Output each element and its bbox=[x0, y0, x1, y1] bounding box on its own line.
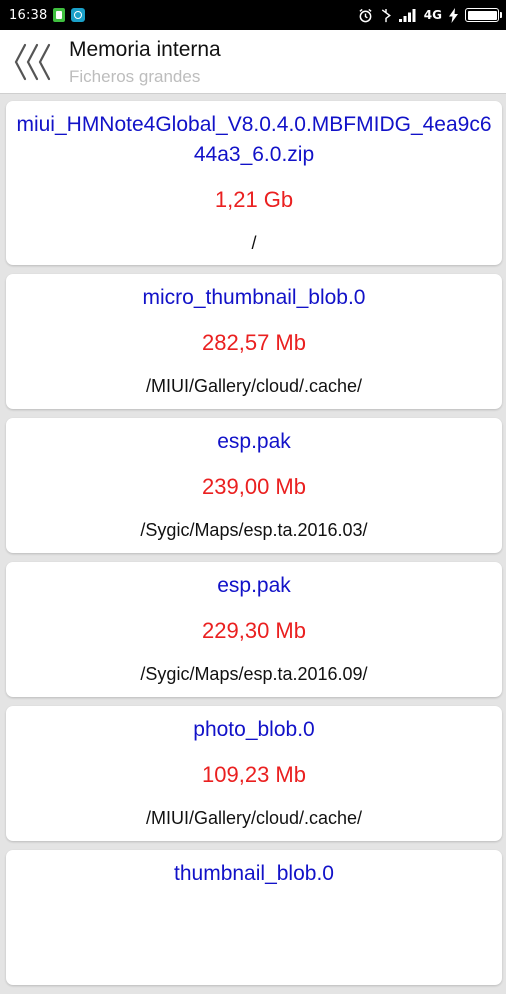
alarm-clock-icon bbox=[359, 8, 372, 22]
file-card[interactable]: thumbnail_blob.0 bbox=[6, 850, 502, 985]
file-card[interactable]: esp.pak 229,30 Mb /Sygic/Maps/esp.ta.201… bbox=[6, 562, 502, 697]
file-size: 282,57 Mb bbox=[202, 330, 306, 355]
file-size: 229,30 Mb bbox=[202, 618, 306, 643]
triple-chevron-left-icon bbox=[14, 43, 51, 81]
signal-strength-icon bbox=[398, 9, 416, 22]
page-subtitle: Ficheros grandes bbox=[69, 67, 201, 86]
file-path: / bbox=[251, 233, 257, 253]
file-path: /Sygic/Maps/esp.ta.2016.09/ bbox=[140, 664, 368, 684]
file-size: 109,23 Mb bbox=[202, 762, 306, 787]
file-size: 239,00 Mb bbox=[202, 474, 306, 499]
file-path: /MIUI/Gallery/cloud/.cache/ bbox=[145, 808, 363, 828]
page-title: Memoria interna bbox=[69, 38, 221, 61]
file-name: esp.pak bbox=[217, 574, 291, 597]
file-name: micro_thumbnail_blob.0 bbox=[142, 286, 366, 309]
notification-app-icon bbox=[53, 8, 66, 22]
vibrate-icon bbox=[381, 8, 391, 22]
file-name: photo_blob.0 bbox=[193, 718, 315, 741]
status-time: 16:38 bbox=[9, 7, 48, 23]
file-card[interactable]: miui_HMNote4Global_V8.0.4.0.MBFMIDG_4ea9… bbox=[6, 101, 502, 265]
notification-sync-icon bbox=[71, 8, 86, 22]
file-name: thumbnail_blob.0 bbox=[174, 862, 334, 885]
file-card[interactable]: micro_thumbnail_blob.0 282,57 Mb /MIUI/G… bbox=[6, 274, 502, 409]
status-bar: 16:38 4G bbox=[0, 0, 506, 30]
file-card[interactable]: photo_blob.0 109,23 Mb /MIUI/Gallery/clo… bbox=[6, 706, 502, 841]
battery-icon bbox=[465, 8, 502, 22]
app-header: Memoria interna Ficheros grandes bbox=[0, 30, 506, 94]
file-path bbox=[6, 905, 502, 910]
network-type-label: 4G bbox=[423, 8, 442, 22]
status-bar-right: 4G bbox=[358, 7, 506, 23]
file-name: miui_HMNote4Global_V8.0.4.0.MBFMIDG_4ea9… bbox=[16, 113, 492, 166]
status-bar-left: 16:38 bbox=[0, 7, 86, 23]
file-size: 1,21 Gb bbox=[214, 187, 294, 212]
back-button[interactable] bbox=[12, 42, 56, 82]
large-files-list: miui_HMNote4Global_V8.0.4.0.MBFMIDG_4ea9… bbox=[6, 101, 502, 994]
charging-bolt-icon bbox=[449, 7, 458, 23]
file-path: /MIUI/Gallery/cloud/.cache/ bbox=[145, 376, 363, 396]
file-path: /Sygic/Maps/esp.ta.2016.03/ bbox=[140, 520, 368, 540]
file-name: esp.pak bbox=[217, 430, 291, 453]
file-card[interactable]: esp.pak 239,00 Mb /Sygic/Maps/esp.ta.201… bbox=[6, 418, 502, 553]
